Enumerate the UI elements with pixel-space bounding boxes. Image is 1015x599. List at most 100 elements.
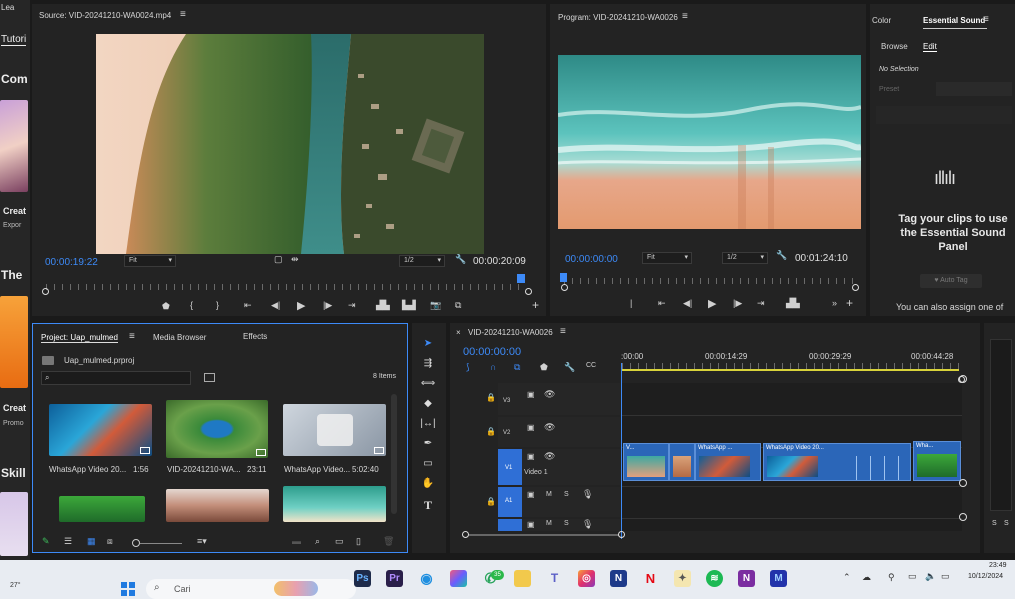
media-browser-tab[interactable]: Media Browser	[153, 333, 206, 342]
effects-tab[interactable]: Effects	[243, 332, 267, 341]
tutorials-tab[interactable]: Tutori	[1, 34, 27, 46]
step-back-icon[interactable]: ◀|	[271, 300, 280, 311]
tutorial-thumbnail[interactable]	[0, 296, 28, 388]
program-in-handle[interactable]	[561, 284, 568, 291]
button-editor-icon[interactable]: ⧉	[455, 300, 461, 311]
tutorial-thumbnail[interactable]	[0, 492, 28, 556]
program-fit-dropdown[interactable]: Fit	[642, 252, 692, 264]
automate-icon[interactable]: ▬	[292, 536, 301, 546]
clock-date[interactable]: 10/12/2024	[968, 573, 1003, 580]
wrench-icon[interactable]: 🔧	[455, 254, 466, 265]
wrench-icon[interactable]: 🔧	[564, 362, 575, 373]
clock-time[interactable]: 23:49	[989, 562, 1007, 569]
work-area-bar[interactable]	[622, 369, 959, 371]
microphone-icon[interactable]: 🎙	[582, 489, 593, 500]
source-resolution-dropdown[interactable]: 1/2	[399, 255, 445, 267]
step-back-icon[interactable]: ◀|	[683, 298, 692, 309]
lift-icon[interactable]: ▟▙	[786, 298, 800, 309]
timeline-playhead[interactable]	[621, 363, 622, 539]
timeline-clip[interactable]: V...	[623, 443, 669, 481]
mute-button[interactable]: M	[546, 520, 552, 527]
track-select-tool-icon[interactable]: ⇶	[420, 358, 436, 372]
eye-icon[interactable]: 👁	[544, 451, 555, 462]
ripple-edit-tool-icon[interactable]: ⟺	[420, 378, 436, 392]
netflix-icon[interactable]: N	[642, 570, 659, 587]
timeline-timecode[interactable]: 00:00:00:00	[463, 346, 521, 358]
project-scrollbar[interactable]	[391, 394, 397, 514]
source-fit-dropdown[interactable]: Fit	[124, 255, 176, 267]
mark-icon[interactable]: |	[630, 298, 632, 308]
vertical-scroll-handle[interactable]	[959, 513, 967, 521]
battery-icon[interactable]: ▭	[941, 571, 950, 582]
horizontal-scrollbar[interactable]	[469, 534, 619, 536]
timeline-clip[interactable]: Wha...	[913, 441, 961, 481]
go-to-out-icon[interactable]: ⇥	[757, 298, 765, 309]
taskbar-search-box[interactable]: ⌕ Cari	[146, 579, 356, 599]
project-search-input[interactable]: ⌕	[41, 371, 191, 385]
pencil-icon[interactable]: ✎	[42, 536, 50, 547]
mark-out-icon[interactable]: }	[216, 300, 219, 310]
windows-start-icon[interactable]	[121, 582, 135, 596]
tab-color[interactable]: Color	[872, 16, 891, 25]
trash-icon[interactable]: 🗑	[383, 536, 394, 547]
find-icon[interactable]: ⌕	[315, 536, 320, 547]
media-thumbnail[interactable]	[59, 496, 145, 522]
volume-icon[interactable]: 🔈	[925, 571, 936, 582]
app-icon[interactable]: M	[770, 570, 787, 587]
linked-selection-icon[interactable]: ⧉	[514, 362, 520, 373]
project-tab[interactable]: Project: Uap_mulmed	[41, 333, 118, 343]
spotify-icon[interactable]: ≋	[706, 570, 723, 587]
timeline-clip[interactable]	[669, 443, 695, 481]
zoom-slider-knob[interactable]	[132, 539, 140, 547]
horizontal-scroll-start[interactable]	[462, 531, 469, 538]
lock-icon[interactable]: 🔒	[486, 393, 496, 402]
panel-menu-icon[interactable]: ≡	[983, 14, 989, 25]
go-to-in-icon[interactable]: ⇤	[658, 298, 666, 309]
new-bin-icon[interactable]: ▭	[335, 536, 344, 547]
app-icon[interactable]: ✦	[674, 570, 691, 587]
rectangle-tool-icon[interactable]: ▭	[420, 458, 436, 472]
program-timecode[interactable]: 00:00:00:00	[565, 254, 618, 265]
add-marker-icon[interactable]: ⬟	[162, 301, 170, 312]
file-explorer-icon[interactable]	[514, 570, 531, 587]
weather-temperature[interactable]: 27°	[10, 582, 21, 589]
step-forward-icon[interactable]: |▶	[323, 300, 332, 311]
source-patch-a2[interactable]	[498, 519, 522, 531]
microphone-icon[interactable]: 🎙	[582, 519, 593, 530]
settings-square-icon[interactable]: ▢	[274, 254, 283, 265]
selection-tool-icon[interactable]: ➤	[420, 338, 436, 352]
add-button-icon[interactable]: +	[532, 298, 539, 312]
captions-icon[interactable]: CC	[586, 362, 596, 369]
mute-button[interactable]: M	[546, 491, 552, 498]
magnet-icon[interactable]: ∩	[490, 362, 496, 372]
film-icon[interactable]: ▣	[527, 423, 535, 432]
insert-arrows-icon[interactable]: ⇹	[291, 254, 299, 265]
add-marker-icon[interactable]: ⬟	[540, 362, 548, 373]
freeform-view-icon[interactable]: ⧈	[107, 536, 113, 547]
instagram-icon[interactable]: ◎	[578, 570, 595, 587]
timeline-clip[interactable]: WhatsApp Video 20...	[763, 443, 911, 481]
more-controls-icon[interactable]: »	[832, 298, 837, 308]
go-to-in-icon[interactable]: ⇤	[244, 300, 252, 311]
media-thumbnail[interactable]	[283, 404, 386, 456]
media-thumbnail[interactable]	[49, 404, 152, 456]
source-timecode[interactable]: 00:00:19:22	[45, 257, 98, 268]
source-in-handle[interactable]	[42, 288, 49, 295]
media-thumbnail[interactable]	[166, 489, 269, 522]
film-icon[interactable]: ▣	[527, 520, 535, 529]
program-resolution-dropdown[interactable]: 1/2	[722, 252, 768, 264]
insert-icon[interactable]: ▟▙	[376, 300, 390, 311]
location-icon[interactable]: ⚲	[888, 572, 895, 583]
close-icon[interactable]: ×	[456, 328, 461, 337]
display-icon[interactable]: ▭	[908, 571, 917, 582]
panel-menu-icon[interactable]: ≡	[180, 9, 186, 20]
source-playhead[interactable]	[517, 274, 525, 283]
browse-tab[interactable]: Browse	[881, 42, 908, 51]
edit-tab[interactable]: Edit	[923, 42, 937, 52]
add-button-icon[interactable]: +	[846, 296, 853, 310]
horizontal-scroll-end[interactable]	[618, 531, 625, 538]
solo-right-button[interactable]: S	[1004, 520, 1009, 527]
sort-icon[interactable]: ≡▾	[197, 536, 207, 547]
cloud-icon[interactable]: ☁	[862, 572, 871, 583]
type-tool-icon[interactable]: T	[420, 498, 436, 512]
